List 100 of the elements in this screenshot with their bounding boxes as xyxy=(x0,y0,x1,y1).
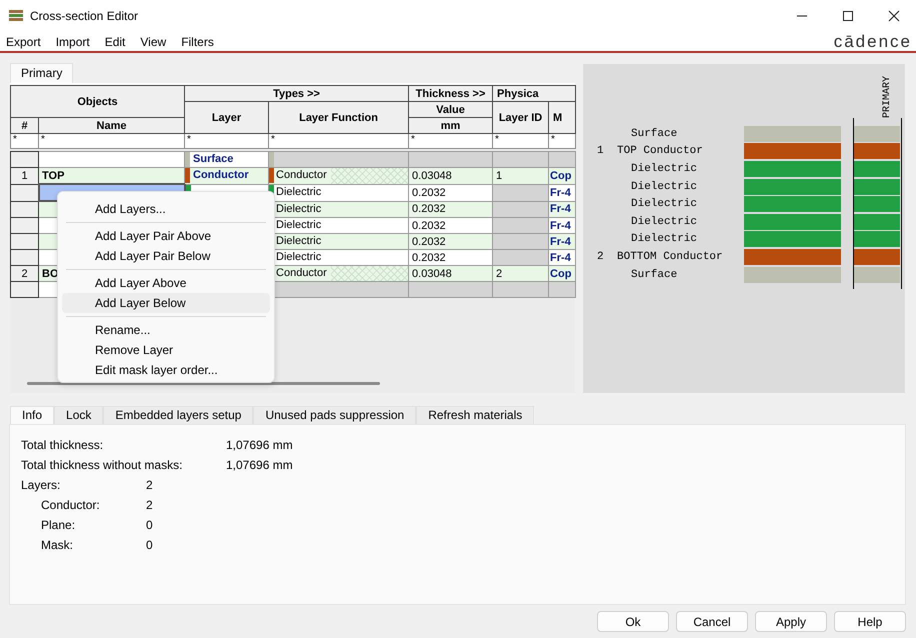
table-cell: Cop xyxy=(548,168,576,184)
menu-item[interactable]: Import xyxy=(56,34,90,48)
table-cell xyxy=(548,282,576,298)
row-header[interactable] xyxy=(10,152,38,168)
filter-field[interactable]: * xyxy=(184,134,269,148)
layer-number: 2 xyxy=(596,250,605,263)
table-cell xyxy=(492,152,549,168)
menu-item[interactable]: Add Layer Below xyxy=(62,293,270,313)
layer-name: Surface xyxy=(630,128,678,140)
layer-name: Dielectric xyxy=(630,216,698,228)
window-title: Cross-section Editor xyxy=(30,9,138,23)
info-label: Layers: xyxy=(21,478,62,492)
maximize-icon[interactable] xyxy=(842,10,854,22)
layer-bar xyxy=(854,231,900,248)
tab[interactable]: Embedded layers setup xyxy=(103,406,254,424)
layer-number: 1 xyxy=(596,145,605,158)
table-cell: Fr-4 xyxy=(548,201,576,218)
menu-item[interactable]: Edit xyxy=(104,34,126,48)
row-header[interactable] xyxy=(10,282,38,298)
table-cell xyxy=(492,218,549,234)
layer-bar xyxy=(854,214,900,230)
menu-item[interactable]: Filters xyxy=(181,34,214,48)
filter-field[interactable]: * xyxy=(548,134,576,148)
row-header[interactable]: 1 xyxy=(10,168,38,184)
menu-item[interactable]: Remove Layer xyxy=(62,340,270,360)
header-cell: Layer xyxy=(184,102,269,134)
menu-item[interactable]: View xyxy=(140,34,166,48)
tab[interactable]: Unused pads suppression xyxy=(253,406,416,424)
info-label: Plane: xyxy=(41,518,76,532)
table-cell: Dielectric xyxy=(268,184,409,201)
layer-name: Dielectric xyxy=(630,162,698,175)
header-cell: Layer Function xyxy=(268,102,409,134)
filter-field[interactable]: * xyxy=(408,134,493,148)
menu-item[interactable]: Add Layer Above xyxy=(62,273,270,293)
table-cell[interactable] xyxy=(38,152,185,168)
menu-item[interactable]: Edit mask layer order... xyxy=(62,360,270,380)
layer-bar xyxy=(854,126,900,142)
row-header[interactable] xyxy=(10,250,38,266)
menu-item[interactable]: Add Layer Pair Above xyxy=(62,226,270,246)
table-cell: 0.2032 xyxy=(408,184,493,201)
layer-bar xyxy=(854,248,900,265)
layer-bar xyxy=(854,160,900,177)
table-cell: Fr-4 xyxy=(548,218,576,234)
layers-icon xyxy=(8,9,24,23)
close-icon[interactable] xyxy=(888,10,900,22)
table-cell xyxy=(492,201,549,218)
menu-item[interactable]: Add Layers... xyxy=(62,199,270,219)
table-cell: 0.2032 xyxy=(408,201,493,218)
row-header[interactable] xyxy=(10,184,38,201)
menu-item[interactable]: Add Layer Pair Below xyxy=(62,246,270,266)
tab[interactable]: Info xyxy=(10,406,54,424)
layer-name: Surface xyxy=(630,268,678,281)
table-cell xyxy=(492,282,549,298)
column-label: PRIMARY xyxy=(882,77,893,118)
row-header[interactable] xyxy=(10,201,38,218)
table-cell xyxy=(492,234,549,250)
table-cell: Fr-4 xyxy=(548,250,576,266)
layer-bar xyxy=(854,196,900,212)
header-cell: Physica xyxy=(492,86,576,102)
table-cell: 1 xyxy=(492,168,549,184)
menu-item[interactable]: Rename... xyxy=(62,320,270,340)
header-cell: Layer ID xyxy=(492,102,549,134)
dialog-button[interactable]: Apply xyxy=(755,611,827,632)
table-cell xyxy=(492,184,549,201)
header-cell: mm xyxy=(408,118,493,134)
layer-name: Dielectric xyxy=(630,198,698,210)
layer-name: BOTTOM Conductor xyxy=(617,250,724,263)
layer-name: Dielectric xyxy=(630,233,698,246)
layer-bar xyxy=(854,143,900,160)
row-header[interactable] xyxy=(10,234,38,250)
header-cell: # xyxy=(10,118,38,134)
menu-item[interactable]: Export xyxy=(6,34,41,48)
filter-field[interactable]: * xyxy=(38,134,185,148)
table-cell: Conductor xyxy=(268,168,409,184)
filter-field[interactable]: * xyxy=(10,134,38,148)
table-cell: 0.2032 xyxy=(408,218,493,234)
info-value: 1,07696 mm xyxy=(226,438,293,452)
dialog-button[interactable]: Ok xyxy=(597,611,669,632)
layer-name: TOP Conductor xyxy=(617,145,704,158)
filter-field[interactable]: * xyxy=(268,134,409,148)
table-cell: 2 xyxy=(492,266,549,282)
table-cell: 0.03048 xyxy=(408,168,493,184)
info-value: 0 xyxy=(146,538,153,552)
filter-field[interactable]: * xyxy=(492,134,549,148)
tab[interactable]: Lock xyxy=(54,406,104,424)
view-tab[interactable]: Primary xyxy=(10,63,74,83)
info-value: 0 xyxy=(146,518,153,532)
table-cell: Conductor xyxy=(184,168,269,184)
header-cell: Objects xyxy=(10,86,185,118)
table-cell: Surface xyxy=(184,152,269,168)
dialog-button[interactable]: Cancel xyxy=(676,611,748,632)
tab[interactable]: Refresh materials xyxy=(416,406,534,424)
logo: cādence xyxy=(834,32,912,52)
row-header[interactable]: 2 xyxy=(10,266,38,282)
row-header[interactable] xyxy=(10,218,38,234)
layer-name: Dielectric xyxy=(630,180,698,193)
dialog-button[interactable]: Help xyxy=(834,611,906,632)
header-cell: M xyxy=(548,102,576,134)
layer-bar xyxy=(854,178,900,195)
info-value: 2 xyxy=(146,498,153,512)
